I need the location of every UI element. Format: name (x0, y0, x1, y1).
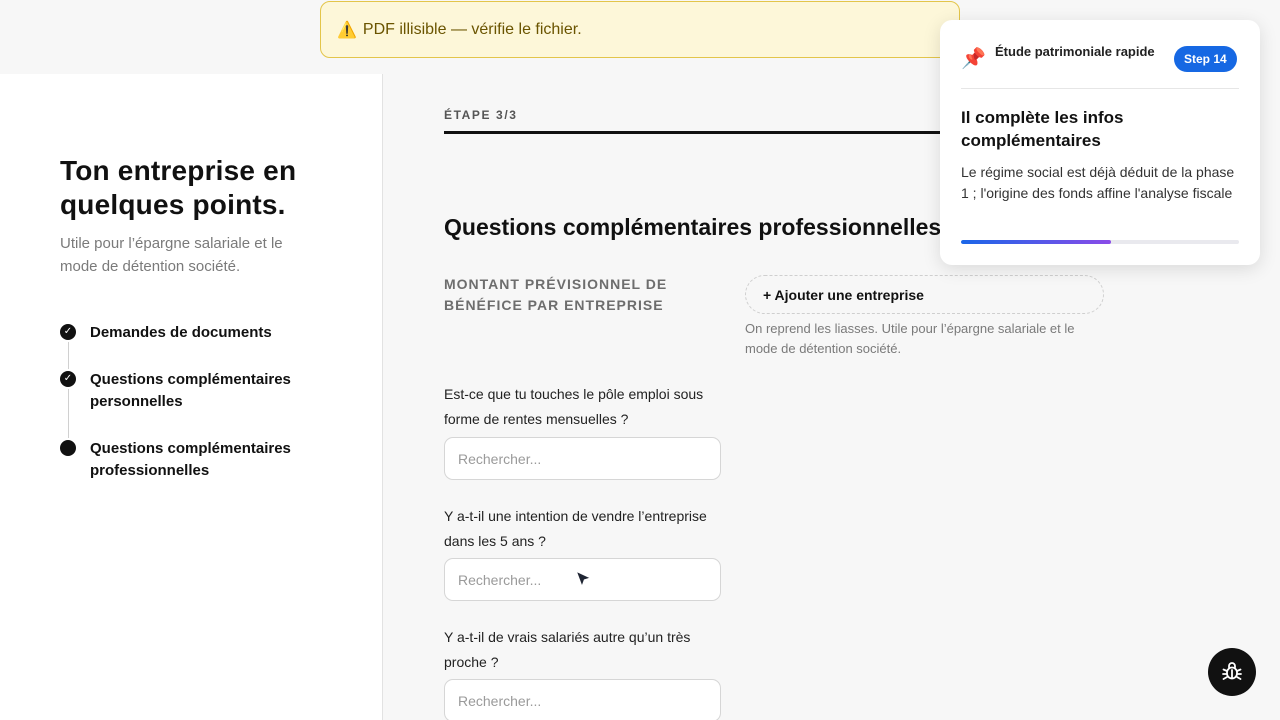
warning-text: PDF illisible — vérifie le fichier. (362, 20, 582, 38)
step-label: Questions complémentaires personnelles (90, 371, 291, 410)
step-label: Questions complémentaires professionnell… (90, 440, 291, 479)
check-icon: ✓ (60, 324, 76, 340)
question-label-employees: Y a-t-il de vrais salariés autre qu’un t… (444, 629, 691, 670)
question-label-sale-intent: Y a-t-il une intention de vendre l’entre… (444, 508, 707, 549)
warning-icon: ⚠️ (337, 21, 357, 39)
step-connector (67, 342, 69, 369)
unemployment-search-input[interactable] (444, 437, 721, 480)
current-step-dot-icon (60, 440, 76, 456)
add-company-button[interactable]: + Ajouter une entreprise (745, 275, 1104, 314)
profit-question-help: On reprend les liasses. Utile pour l’épa… (745, 321, 1075, 356)
step-connector (67, 389, 69, 438)
tour-body: Le régime social est déjà déduit de la p… (961, 164, 1235, 201)
left-panel: Ton entreprise en quelques points. Utile… (0, 74, 383, 720)
question-label-unemployment: Est-ce que tu touches le pôle emploi sou… (444, 386, 704, 427)
tour-title: Il complète les infos complémentaires (961, 108, 1124, 150)
profit-question-label: MONTANT PRÉVISIONNEL DE BÉNÉFICE PAR ENT… (444, 276, 668, 313)
tour-progress-track (961, 240, 1239, 244)
bug-report-button[interactable] (1208, 648, 1256, 696)
page-title: Ton entreprise en quelques points. (60, 155, 297, 220)
employees-search-input[interactable] (444, 679, 721, 720)
step-item-personal[interactable]: ✓ Questions complémentaires personnelles (60, 369, 360, 438)
step-label: Demandes de documents (90, 324, 272, 341)
bug-icon (1222, 662, 1242, 680)
check-icon: ✓ (60, 371, 76, 387)
tour-divider (961, 88, 1239, 89)
tour-name: Étude patrimoniale rapide (995, 44, 1155, 59)
tour-progress-fill (961, 240, 1112, 244)
step-item-documents[interactable]: ✓ Demandes de documents (60, 322, 360, 369)
tour-card: 📌 Étude patrimoniale rapide Step 14 Il c… (940, 20, 1260, 265)
step-item-professional[interactable]: Questions complémentaires professionnell… (60, 438, 360, 482)
step-counter: ÉTAPE 3/3 (444, 108, 518, 122)
step-list: ✓ Demandes de documents ✓ Questions comp… (60, 322, 360, 482)
section-title: Questions complémentaires professionnell… (444, 214, 942, 240)
page-subtitle: Utile pour l’épargne salariale et le mod… (60, 235, 283, 275)
pin-icon: 📌 (961, 48, 986, 70)
warning-banner: ⚠️ PDF illisible — vérifie le fichier. (320, 1, 960, 58)
step-progress-line (444, 131, 974, 134)
mouse-cursor-icon (575, 570, 592, 588)
tour-step-badge: Step 14 (1174, 46, 1237, 72)
